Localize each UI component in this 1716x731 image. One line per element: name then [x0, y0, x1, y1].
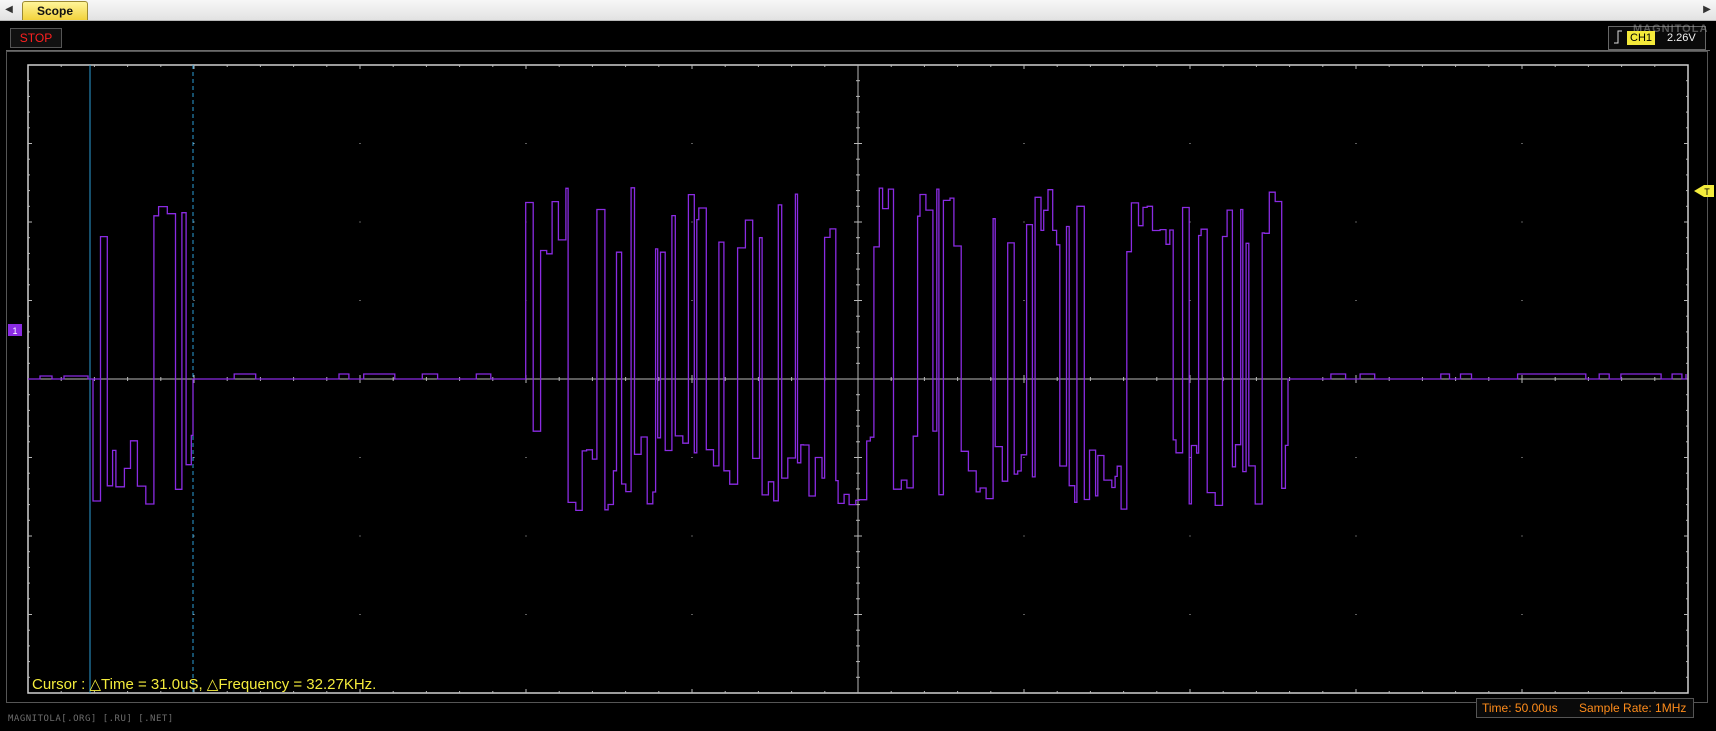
- ground-marker[interactable]: 1: [8, 324, 22, 336]
- ground-marker-label: 1: [12, 326, 17, 336]
- grid-dot: [1023, 221, 1025, 223]
- grid-dot: [691, 614, 693, 615]
- status-box: Time: 50.00us Sample Rate: 1MHz: [1476, 698, 1694, 718]
- grid-dot: [1355, 143, 1357, 144]
- grid-dot: [1355, 221, 1357, 223]
- grid-dot: [691, 300, 693, 301]
- tab-scope[interactable]: Scope: [22, 1, 88, 20]
- scope-window: STOP MAGNITOLA CH1 2.26V 1 T Cursor : △T…: [0, 21, 1716, 731]
- grid-dot: [359, 457, 361, 458]
- grid-dot: [1355, 535, 1357, 537]
- grid-dot: [1521, 535, 1523, 537]
- grid-dot: [359, 614, 361, 615]
- grid-dot: [193, 300, 195, 301]
- tab-scroll-right-icon[interactable]: ▶: [1700, 2, 1714, 18]
- grid-dot: [1023, 457, 1025, 458]
- grid-dot: [193, 457, 195, 458]
- grid-dot: [1521, 221, 1523, 223]
- grid-dot: [1189, 614, 1191, 615]
- grid-dot: [525, 535, 527, 537]
- grid-dot: [691, 535, 693, 537]
- sample-rate[interactable]: Sample Rate: 1MHz: [1579, 699, 1686, 717]
- grid-dot: [359, 143, 361, 144]
- grid-dot: [525, 143, 527, 144]
- grid-dot: [193, 614, 195, 615]
- grid-dot: [1355, 300, 1357, 301]
- tab-scroll-left-icon[interactable]: ◀: [2, 2, 16, 18]
- cursor-readout: Cursor : △Time = 31.0uS, △Frequency = 32…: [32, 676, 377, 693]
- watermark: MAGNITOLA[.ORG] [.RU] [.NET]: [8, 714, 174, 724]
- tab-bar: ◀ Scope ▶: [0, 0, 1716, 21]
- grid-dot: [1023, 143, 1025, 144]
- grid-dot: [193, 221, 195, 223]
- grid-dot: [1521, 457, 1523, 458]
- grid-dot: [1023, 614, 1025, 615]
- grid-dot: [1023, 300, 1025, 301]
- grid-dot: [359, 535, 361, 537]
- grid-dot: [359, 300, 361, 301]
- grid-dot: [193, 143, 195, 144]
- grid-dot: [1189, 143, 1191, 144]
- signal-trace: [28, 187, 1687, 512]
- grid-dot: [1521, 300, 1523, 301]
- grid-dot: [525, 457, 527, 458]
- grid-dot: [193, 535, 195, 537]
- grid-dot: [1355, 457, 1357, 458]
- grid-dot: [1521, 143, 1523, 144]
- grid-dot: [1189, 535, 1191, 537]
- trigger-marker[interactable]: T: [1694, 185, 1714, 197]
- time-per-div[interactable]: Time: 50.00us: [1482, 699, 1558, 717]
- scope-display[interactable]: 1 T: [0, 21, 1716, 731]
- grid-dot: [1355, 614, 1357, 615]
- grid-dot: [359, 221, 361, 223]
- grid-dot: [1023, 535, 1025, 537]
- grid-dot: [1521, 614, 1523, 615]
- grid-dot: [525, 614, 527, 615]
- trigger-marker-label: T: [1704, 187, 1710, 197]
- grid-dot: [691, 221, 693, 223]
- grid-dot: [691, 143, 693, 144]
- grid-dot: [691, 457, 693, 458]
